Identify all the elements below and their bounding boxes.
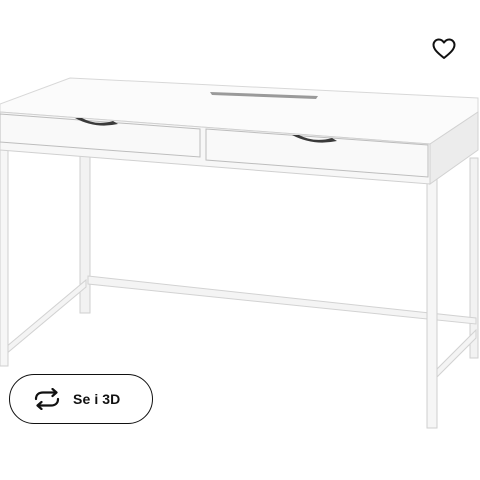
rotate-arrows-icon xyxy=(32,388,62,410)
desk-back-legs xyxy=(79,152,479,359)
view-in-3d-label: Se i 3D xyxy=(73,391,121,407)
product-viewer: Se i 3D xyxy=(0,0,480,480)
favourite-button[interactable] xyxy=(428,34,460,64)
desk-stretchers xyxy=(5,275,477,380)
heart-outline-icon xyxy=(432,38,456,59)
view-in-3d-button[interactable]: Se i 3D xyxy=(9,374,153,424)
